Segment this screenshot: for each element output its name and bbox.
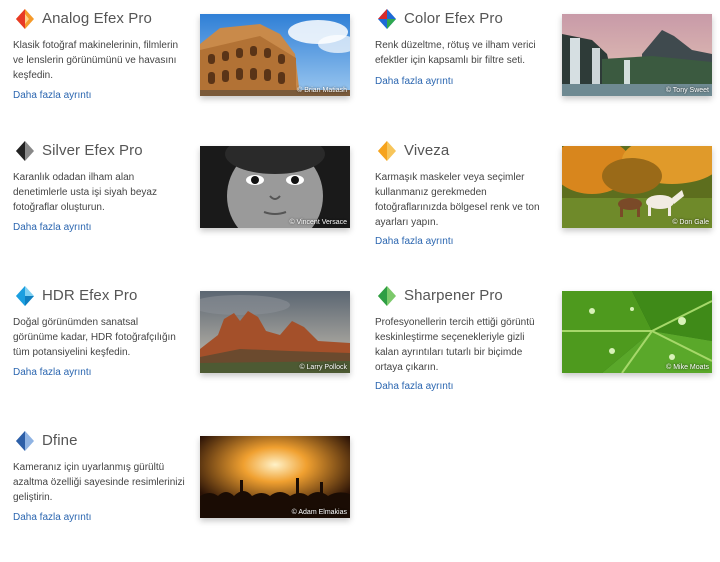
product-card-dfine: Dfine Kameranız için uyarlanmış gürültü … (0, 422, 360, 562)
more-details-link[interactable]: Daha fazla ayrıntı (375, 381, 453, 392)
viveza-logo-icon (378, 141, 396, 161)
product-title: Viveza (404, 142, 450, 159)
analog-efex-logo-icon (16, 9, 34, 29)
product-description: Kameranız için uyarlanmış gürültü azaltm… (13, 462, 185, 503)
colosseum-photo: © Brian Matiash (200, 14, 350, 96)
product-card-viveza: Viveza Karmaşık maskeler veya seçimler k… (362, 132, 720, 272)
photo-credit: © Adam Elmakias (291, 509, 347, 516)
photo-credit: © Brian Matiash (297, 87, 347, 94)
green-leaf-photo: © Mike Moats (562, 291, 712, 373)
photo-credit: © Larry Pollock (299, 364, 347, 371)
product-title: Sharpener Pro (404, 287, 503, 304)
product-card-analog-efex-pro: Analog Efex Pro Klasik fotoğraf makinele… (0, 0, 360, 140)
silver-efex-logo-icon (16, 141, 34, 161)
photo-credit: © Don Gale (672, 219, 709, 226)
product-card-sharpener-pro: Sharpener Pro Profesyonellerin tercih et… (362, 277, 720, 417)
child-portrait-photo: © Vincent Versace (200, 146, 350, 228)
horses-photo: © Don Gale (562, 146, 712, 228)
product-description: Karmaşık maskeler veya seçimler kullanma… (375, 172, 540, 228)
product-title: Silver Efex Pro (42, 142, 143, 159)
more-details-link[interactable]: Daha fazla ayrıntı (13, 90, 91, 101)
more-details-link[interactable]: Daha fazla ayrıntı (13, 367, 91, 378)
red-rocks-photo: © Larry Pollock (200, 291, 350, 373)
product-card-hdr-efex-pro: HDR Efex Pro Doğal görünümden sanatsal g… (0, 277, 360, 417)
product-title: Color Efex Pro (404, 10, 503, 27)
hdr-efex-logo-icon (16, 286, 34, 306)
product-description: Profesyonellerin tercih ettiği görüntü k… (375, 317, 535, 373)
more-details-link[interactable]: Daha fazla ayrıntı (13, 222, 91, 233)
more-details-link[interactable]: Daha fazla ayrıntı (375, 76, 453, 87)
product-title: Analog Efex Pro (42, 10, 152, 27)
more-details-link[interactable]: Daha fazla ayrıntı (375, 236, 453, 247)
photo-credit: © Mike Moats (666, 364, 709, 371)
dfine-logo-icon (16, 431, 34, 451)
waterfall-photo: © Tony Sweet (562, 14, 712, 96)
more-details-link[interactable]: Daha fazla ayrıntı (13, 512, 91, 523)
photo-credit: © Vincent Versace (289, 219, 347, 226)
photo-credit: © Tony Sweet (665, 87, 709, 94)
product-title: HDR Efex Pro (42, 287, 138, 304)
product-card-silver-efex-pro: Silver Efex Pro Karanlık odadan ilham al… (0, 132, 360, 272)
product-description: Renk düzeltme, rötuş ve ilham verici efe… (375, 40, 536, 66)
sharpener-logo-icon (378, 286, 396, 306)
product-title: Dfine (42, 432, 78, 449)
product-description: Karanlık odadan ilham alan denetimlerle … (13, 172, 157, 213)
product-description: Doğal görünümden sanatsal görünüme kadar… (13, 317, 176, 358)
concert-crowd-photo: © Adam Elmakias (200, 436, 350, 518)
color-efex-logo-icon (378, 9, 396, 29)
product-description: Klasik fotoğraf makinelerinin, filmlerin… (13, 40, 179, 81)
product-card-color-efex-pro: Color Efex Pro Renk düzeltme, rötuş ve i… (362, 0, 720, 140)
